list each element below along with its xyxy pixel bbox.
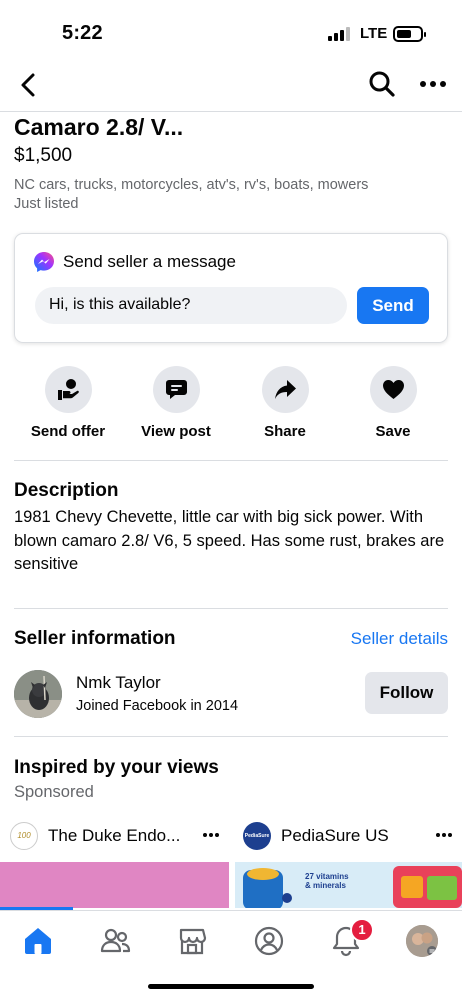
duke-logo-icon: 100 (10, 822, 38, 850)
seller-avatar[interactable] (14, 670, 62, 718)
status-time: 5:22 (62, 22, 103, 44)
search-icon[interactable] (367, 69, 397, 99)
description-heading: Description (14, 480, 119, 501)
ad-advertiser-name: The Duke Endo... (48, 826, 181, 845)
more-options-icon[interactable] (435, 830, 453, 840)
avatar-photo (14, 670, 62, 718)
send-offer-label: Send offer (30, 423, 106, 440)
ad-card-header[interactable]: PediaSure PediaSure US (243, 822, 462, 852)
status-bar: 5:22 LTE (0, 0, 462, 62)
duke-logo-text: 100 (17, 831, 31, 840)
heart-icon (382, 380, 404, 399)
share-label: Share (264, 423, 306, 440)
pediasure-logo-text: PediaSure (244, 833, 270, 839)
share-arrow-icon (274, 380, 296, 399)
messenger-icon (34, 252, 54, 272)
send-button[interactable]: Send (357, 287, 429, 324)
profile-icon[interactable] (253, 925, 285, 957)
menu-avatar-photo (406, 925, 438, 957)
network-label: LTE (360, 25, 388, 42)
battery-icon (393, 26, 426, 42)
seller-name[interactable]: Nmk Taylor (76, 672, 161, 694)
friends-icon[interactable] (99, 925, 131, 957)
divider (14, 608, 448, 609)
send-offer-icon (57, 379, 79, 400)
home-indicator (148, 984, 314, 989)
more-options-icon[interactable] (202, 830, 220, 840)
seller-info-heading: Seller information (14, 628, 176, 649)
divider (14, 460, 448, 461)
sponsored-label: Sponsored (14, 783, 94, 801)
view-post-label: View post (141, 423, 211, 440)
ad-image[interactable] (0, 862, 229, 908)
menu-avatar-icon[interactable] (406, 925, 438, 957)
follow-button[interactable]: Follow (365, 672, 448, 714)
notification-badge: 1 (350, 918, 374, 942)
save-button[interactable]: Save (343, 366, 443, 442)
listing-title: Camaro 2.8/ V... (14, 114, 184, 140)
description-text: 1981 Chevy Chevette, little car with big… (14, 508, 445, 573)
view-post-button[interactable]: View post (126, 366, 226, 442)
divider (14, 736, 448, 737)
signal-icon (328, 27, 350, 41)
chat-bubble-icon (165, 380, 187, 399)
send-offer-button[interactable]: Send offer (18, 366, 118, 442)
seller-details-link[interactable]: Seller details (351, 628, 448, 650)
send-message-card: Send seller a message Hi, is this availa… (14, 233, 448, 343)
action-row: Send offer View post Share Save (0, 366, 462, 446)
message-input[interactable]: Hi, is this available? (35, 287, 347, 324)
pediasure-logo-icon: PediaSure (243, 822, 271, 850)
ad-image[interactable]: 27 vitamins & minerals (235, 862, 462, 908)
home-icon[interactable] (22, 925, 54, 957)
ad-advertiser-name: PediaSure US (281, 826, 389, 845)
inspired-heading: Inspired by your views (14, 757, 219, 778)
listing-meta: NC cars, trucks, motorcycles, atv's, rv'… (14, 176, 454, 214)
back-arrow-icon[interactable] (16, 70, 42, 100)
ad-vitamins-text: 27 vitamins & minerals (305, 872, 349, 890)
listing-posted: Just listed (14, 196, 79, 212)
save-label: Save (375, 423, 411, 440)
top-nav-bar (0, 62, 462, 112)
marketplace-icon[interactable] (176, 925, 208, 957)
message-card-title: Send seller a message (63, 252, 236, 271)
seller-joined: Joined Facebook in 2014 (76, 698, 239, 714)
listing-price: $1,500 (14, 145, 73, 166)
listing-group[interactable]: NC cars, trucks, motorcycles, atv's, rv'… (14, 176, 454, 195)
ad-card-header[interactable]: 100 The Duke Endo... (10, 822, 226, 852)
more-options-icon[interactable] (418, 70, 448, 100)
share-button[interactable]: Share (235, 366, 335, 442)
